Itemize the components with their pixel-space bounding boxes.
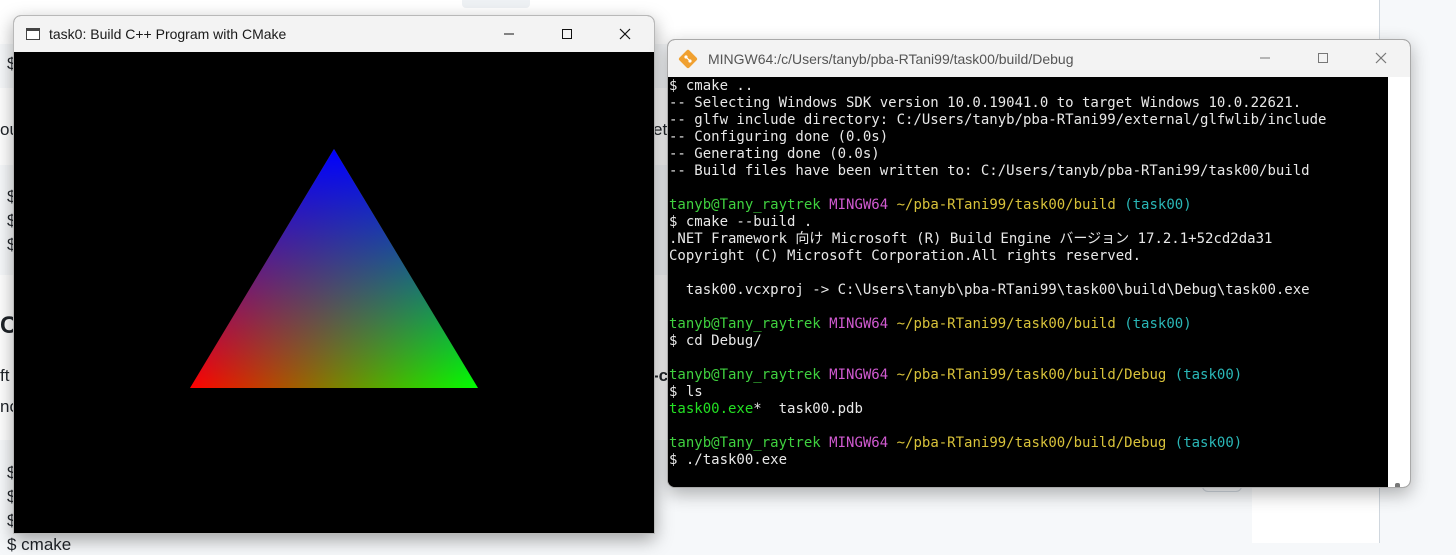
terminal-line: -- Configuring done (0.0s)	[669, 129, 1388, 146]
terminal-line: $ ls	[669, 384, 1388, 401]
terminal-text-segment: (task00)	[1174, 435, 1243, 451]
terminal-window: MINGW64:/c/Users/tanyb/pba-RTani99/task0…	[667, 39, 1411, 488]
minimize-icon	[1260, 57, 1270, 59]
terminal-text-segment: MINGW64	[829, 435, 889, 451]
terminal-text-segment: ~/pba-RTani99/task00/build	[896, 197, 1116, 213]
opengl-window-title: task0: Build C++ Program with CMake	[49, 26, 287, 42]
minimize-button[interactable]	[1236, 40, 1294, 76]
terminal-line: tanyb@Tany_raytrek MINGW64 ~/pba-RTani99…	[669, 316, 1388, 333]
terminal-text-segment: $ cmake --build .	[669, 214, 813, 230]
terminal-text-segment: tanyb@Tany_raytrek	[669, 435, 821, 451]
terminal-line: task00.exe* task00.pdb	[669, 401, 1388, 418]
terminal-text-segment: tanyb@Tany_raytrek	[669, 367, 821, 383]
close-button[interactable]	[1352, 40, 1410, 76]
terminal-text-segment: Copyright (C) Microsoft Corporation.All …	[669, 248, 1142, 264]
window-icon	[26, 28, 40, 40]
opengl-window-titlebar[interactable]: task0: Build C++ Program with CMake	[14, 16, 654, 52]
minimize-icon	[504, 33, 514, 35]
git-bash-icon	[678, 49, 698, 68]
terminal-text-segment: -- Configuring done (0.0s)	[669, 129, 889, 145]
terminal-text-segment: (task00)	[1124, 316, 1192, 332]
terminal-text-segment: $ cd Debug/	[669, 333, 762, 349]
terminal-titlebar[interactable]: MINGW64:/c/Users/tanyb/pba-RTani99/task0…	[668, 40, 1410, 77]
terminal-text-segment: $ ./task00.exe	[669, 452, 788, 468]
terminal-text-segment: ~/pba-RTani99/task00/build/Debug	[896, 367, 1167, 383]
terminal-text-segment: -- glfw include directory: C:/Users/tany…	[669, 112, 1327, 128]
terminal-line: tanyb@Tany_raytrek MINGW64 ~/pba-RTani99…	[669, 367, 1388, 384]
terminal-text-segment: $ cmake ..	[669, 78, 754, 94]
terminal-title: MINGW64:/c/Users/tanyb/pba-RTani99/task0…	[708, 50, 1074, 67]
terminal-line: Copyright (C) Microsoft Corporation.All …	[669, 248, 1388, 265]
terminal-text-segment: -- Generating done (0.0s)	[669, 146, 880, 162]
terminal-text-segment: ~/pba-RTani99/task00/build	[896, 316, 1116, 332]
terminal-text-segment: ~/pba-RTani99/task00/build/Debug	[896, 435, 1167, 451]
terminal-text-segment: MINGW64	[829, 197, 889, 213]
background-text: $ cmake	[7, 535, 72, 554]
maximize-icon	[1318, 53, 1328, 63]
background-text: et	[653, 120, 668, 139]
scrollbar-thumb[interactable]	[1395, 483, 1400, 487]
maximize-button[interactable]	[1294, 40, 1352, 76]
terminal-text-segment: -- Selecting Windows SDK version 10.0.19…	[669, 95, 1302, 111]
terminal-line: -- glfw include directory: C:/Users/tany…	[669, 112, 1388, 129]
terminal-line: tanyb@Tany_raytrek MINGW64 ~/pba-RTani99…	[669, 197, 1388, 214]
terminal-line: tanyb@Tany_raytrek MINGW64 ~/pba-RTani99…	[669, 435, 1388, 452]
background-text: ft	[0, 366, 10, 385]
terminal-text-segment: (task00)	[1174, 367, 1243, 383]
terminal-line: -- Build files have been written to: C:/…	[669, 163, 1388, 180]
close-icon	[619, 28, 631, 40]
terminal-text-segment: task00.exe	[669, 401, 754, 417]
maximize-button[interactable]	[538, 16, 596, 52]
close-button[interactable]	[596, 16, 654, 52]
terminal-text-segment: task00.vcxproj -> C:\Users\tanyb\pba-RTa…	[669, 282, 1310, 298]
terminal-line: -- Selecting Windows SDK version 10.0.19…	[669, 95, 1388, 112]
close-icon	[1375, 52, 1387, 64]
terminal-text-segment: tanyb@Tany_raytrek	[669, 316, 821, 332]
terminal-text-segment: -- Build files have been written to: C:/…	[669, 163, 1310, 179]
opengl-window: task0: Build C++ Program with CMake	[13, 15, 655, 534]
terminal-line: $ ./task00.exe	[669, 452, 1388, 469]
background-inline-code	[462, 0, 530, 8]
terminal-text-segment: tanyb@Tany_raytrek	[669, 197, 821, 213]
terminal-line: .NET Framework 向け Microsoft (R) Build En…	[669, 231, 1388, 248]
terminal-line: task00.vcxproj -> C:\Users\tanyb\pba-RTa…	[669, 282, 1388, 299]
terminal-text-segment: (task00)	[1124, 197, 1192, 213]
terminal-scrollbar[interactable]	[1388, 77, 1410, 487]
terminal-text-segment: .NET Framework 向け Microsoft (R) Build En…	[669, 231, 1273, 247]
rendered-triangle	[190, 149, 478, 388]
opengl-canvas[interactable]	[14, 52, 654, 533]
maximize-icon	[562, 29, 572, 39]
terminal-text-segment: * task00.pdb	[753, 401, 863, 417]
terminal-text-segment: MINGW64	[829, 367, 889, 383]
terminal-text-segment: MINGW64	[829, 316, 889, 332]
terminal-text-segment: $ ls	[669, 384, 703, 400]
terminal-line: $ cd Debug/	[669, 333, 1388, 350]
background-text: -c	[653, 366, 669, 385]
minimize-button[interactable]	[480, 16, 538, 52]
terminal-line: -- Generating done (0.0s)	[669, 146, 1388, 163]
terminal-output[interactable]: $ cmake .. -- Selecting Windows SDK versi…	[668, 77, 1388, 487]
terminal-line: $ cmake ..	[669, 78, 1388, 95]
terminal-line: $ cmake --build .	[669, 214, 1388, 231]
